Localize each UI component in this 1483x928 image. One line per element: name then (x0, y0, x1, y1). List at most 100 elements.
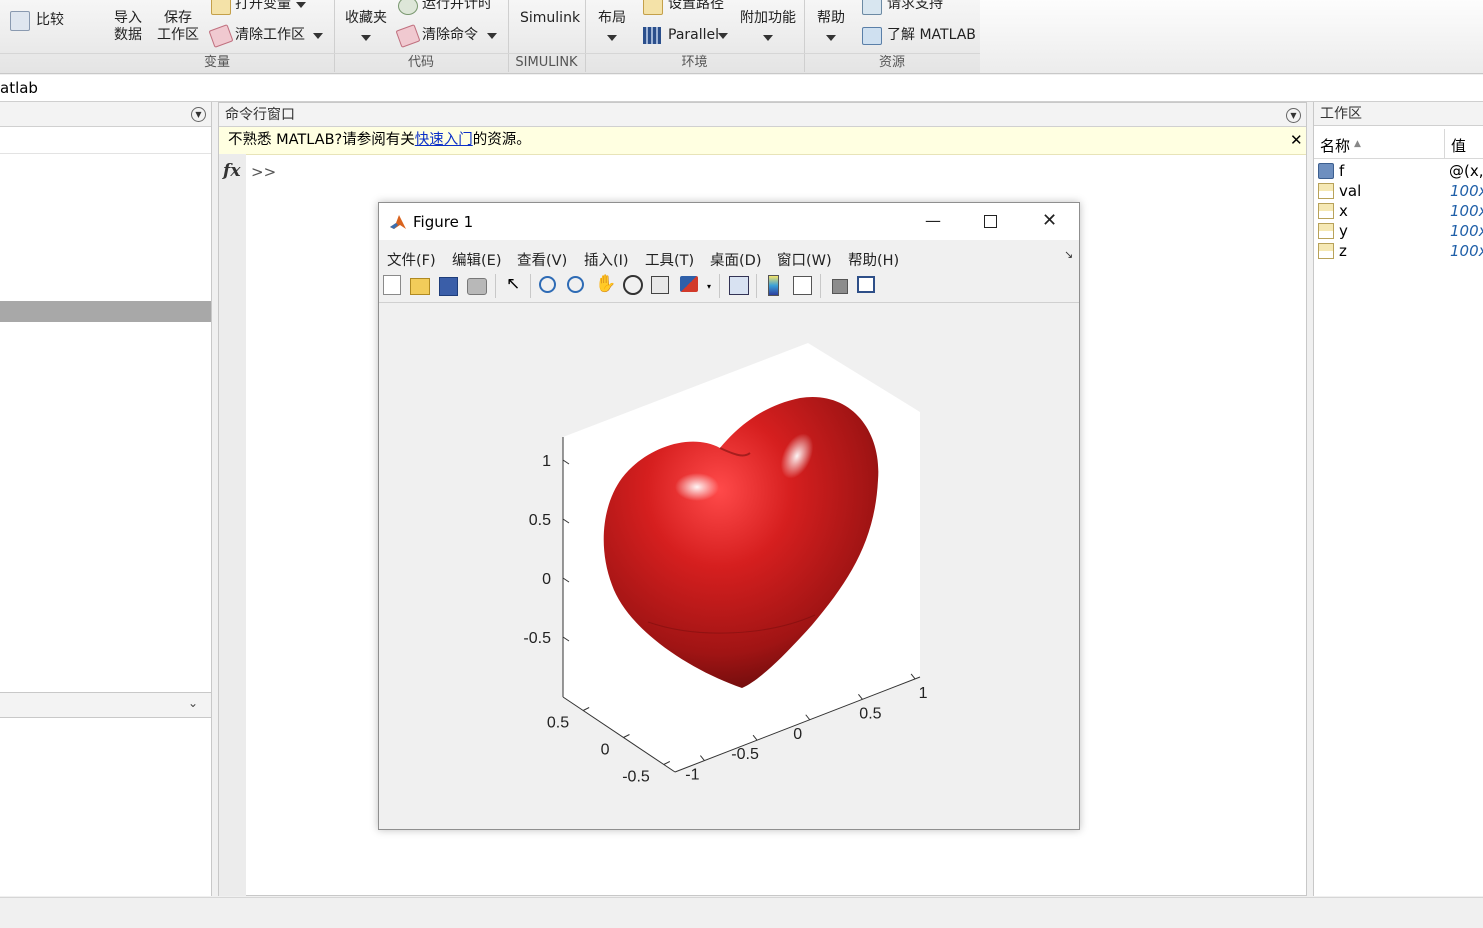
figure-canvas[interactable]: 1 0.5 0 -0.5 -1 -0.5 0 0.5 1 0.5 0 -0.5 (379, 303, 1079, 827)
column-header-name[interactable]: 名称 (1320, 135, 1350, 156)
panel-menu-icon[interactable]: ▼ (1286, 108, 1301, 123)
favorites-label: 收藏夹 (345, 10, 387, 26)
clear-commands-label: 清除命令 (422, 27, 478, 43)
current-folder-address-bar[interactable]: atlab (0, 75, 1483, 102)
add-ons-button[interactable]: 附加功能 (740, 10, 796, 45)
var-name: x (1339, 202, 1348, 220)
layout-button[interactable]: 布局 (596, 10, 628, 45)
chevron-down-icon (718, 33, 728, 39)
dock-arrow-icon[interactable]: ↘ (1064, 248, 1073, 261)
save-workspace-button[interactable]: 保存 工作区 (156, 10, 200, 44)
toolbar-separator (820, 274, 821, 298)
edit-plot-icon[interactable]: ↖ (506, 274, 520, 294)
parallel-icon (643, 27, 661, 44)
var-value: 100x (1450, 222, 1483, 240)
notice-prefix: 不熟悉 MATLAB?请参阅有关 (228, 132, 415, 148)
open-variable-label: 打开变量 (235, 0, 291, 12)
help-label: 帮助 (817, 10, 845, 26)
z-axis-tick-label: -0.5 (523, 630, 551, 647)
chevron-down-icon[interactable]: ▾ (707, 282, 711, 291)
show-plot-tools-icon[interactable] (857, 276, 875, 293)
var-name: val (1339, 182, 1362, 200)
brush-icon[interactable] (680, 276, 698, 292)
workspace-row-val[interactable]: val 100x (1314, 181, 1483, 201)
var-value: 100x (1450, 202, 1483, 220)
rotate-3d-icon[interactable] (623, 275, 643, 295)
favorites-button[interactable]: 收藏夹 (344, 10, 388, 45)
z-axis-tick-label: 0 (542, 571, 551, 588)
y-axis-tick-label: 0.5 (547, 715, 569, 732)
group-label-code: 代码 (407, 55, 434, 70)
var-value: @(x,y (1449, 162, 1483, 180)
matrix-icon (1318, 203, 1334, 219)
save-icon[interactable] (439, 277, 458, 296)
chevron-down-icon (826, 35, 836, 41)
workspace-row-x[interactable]: x 100x (1314, 201, 1483, 221)
notice-suffix: 的资源。 (472, 132, 531, 148)
close-notice-icon[interactable]: ✕ (1290, 131, 1303, 149)
learn-matlab-label: 了解 MATLAB (887, 27, 976, 43)
workspace-variable-list: f @(x,y val 100x x 100x y 100x z 100x (1314, 161, 1483, 261)
chevron-down-icon (607, 35, 617, 41)
import-label-1: 导入 (114, 10, 142, 26)
x-axis-tick-label: -1 (685, 767, 699, 784)
zoom-in-icon[interactable] (539, 276, 556, 293)
figure-title-bar[interactable]: Figure 1 — ✕ (379, 203, 1079, 241)
quick-start-link[interactable]: 快速入门 (415, 132, 473, 148)
close-icon[interactable]: ✕ (1042, 210, 1057, 231)
parallel-label: Parallel (668, 27, 720, 43)
details-panel-header[interactable]: ⌄ (0, 692, 211, 718)
chevron-down-icon (487, 33, 497, 39)
y-axis-tick-label: -0.5 (622, 769, 650, 786)
column-divider (1444, 129, 1445, 158)
folder-icon (643, 0, 663, 15)
workspace-row-y[interactable]: y 100x (1314, 221, 1483, 241)
workspace-header: 名称 ▲ 值 (1314, 129, 1483, 159)
z-axis-ticks: 1 0.5 0 -0.5 (523, 453, 570, 647)
function-handle-icon (1318, 163, 1334, 179)
chevron-down-icon (313, 33, 323, 39)
help-button[interactable]: 帮助 (815, 10, 847, 45)
workspace-row-f[interactable]: f @(x,y (1314, 161, 1483, 181)
request-support-icon (862, 0, 882, 15)
hide-plot-tools-icon[interactable] (832, 279, 848, 294)
group-label-simulink: SIMULINK (515, 55, 578, 70)
minimize-icon[interactable]: — (925, 211, 941, 230)
panel-menu-icon[interactable]: ▼ (191, 107, 206, 122)
data-cursor-icon[interactable] (651, 276, 669, 294)
zoom-out-icon[interactable] (567, 276, 584, 293)
maximize-icon[interactable] (984, 215, 997, 228)
x-axis-tick-label: 0 (793, 726, 802, 743)
function-browser-icon[interactable]: fx (223, 161, 240, 181)
status-bar (0, 897, 1483, 928)
heart-highlight-left (675, 473, 719, 501)
workspace-row-z[interactable]: z 100x (1314, 241, 1483, 261)
open-file-icon[interactable] (410, 278, 430, 295)
matrix-icon (1318, 243, 1334, 259)
workspace-panel: 工作区 名称 ▲ 值 f @(x,y val 100x x 100x y 100… (1313, 102, 1483, 896)
var-name: y (1339, 222, 1348, 240)
x-axis-tick-label: -0.5 (731, 746, 759, 763)
var-name: z (1339, 242, 1347, 260)
selected-file-row[interactable] (0, 301, 211, 322)
group-label-variable: 变量 (203, 55, 230, 70)
import-data-button[interactable]: 导入 数据 (112, 10, 144, 44)
link-plot-icon[interactable] (729, 276, 749, 295)
chevron-down-icon: ⌄ (188, 696, 199, 710)
layout-label: 布局 (598, 10, 626, 26)
new-figure-icon[interactable] (383, 275, 401, 295)
pan-icon[interactable]: ✋ (595, 274, 616, 294)
command-prompt: >> (251, 163, 277, 181)
column-header-value[interactable]: 值 (1451, 135, 1466, 156)
chevron-down-icon (361, 35, 371, 41)
print-icon[interactable] (467, 278, 487, 295)
command-gutter (219, 154, 246, 896)
save-workspace-label-1: 保存 (164, 10, 192, 26)
z-axis-tick-label: 1 (542, 453, 551, 470)
colorbar-icon[interactable] (768, 275, 779, 296)
var-value: 100x (1450, 242, 1483, 260)
save-workspace-label-2: 工作区 (157, 27, 199, 43)
compare-icon (10, 11, 30, 31)
legend-icon[interactable] (793, 276, 812, 295)
simulink-button[interactable]: Simulink (520, 10, 580, 27)
